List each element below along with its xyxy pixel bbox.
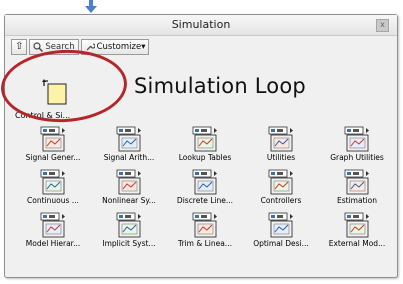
simulation-loop-title[interactable]: Simulation Loop: [134, 74, 306, 98]
palette-item[interactable]: Continuous ...: [15, 168, 91, 206]
lookup-tables-icon: [190, 126, 220, 152]
signal-arithmetic-icon: [114, 126, 144, 152]
palette-item-label: Signal Gener...: [25, 153, 81, 162]
palette-item-label: Signal Arith...: [103, 153, 155, 162]
palette-item-label: Trim & Linea...: [178, 239, 232, 248]
palette-item-label: Continuous ...: [27, 196, 79, 205]
up-arrow-icon: ⇧: [15, 41, 24, 52]
continuous-icon: [38, 169, 68, 195]
customize-label: Customize▾: [96, 42, 146, 52]
palette-title: Simulation: [171, 18, 231, 31]
palette-item[interactable]: Controllers: [243, 168, 319, 206]
palette-item[interactable]: External Mod...: [319, 211, 395, 249]
palette-item[interactable]: Lookup Tables: [167, 125, 243, 163]
palette-item-label: External Mod...: [328, 239, 386, 248]
palette-item-label: Controllers: [260, 196, 302, 205]
function-grid: Signal Gener... Signal Arith... Lookup Tab…: [15, 125, 395, 249]
pointer-arrow-icon: [85, 0, 97, 13]
close-button[interactable]: x: [376, 19, 389, 32]
palette-item[interactable]: Optimal Desi...: [243, 211, 319, 249]
palette-item[interactable]: Nonlinear Sy...: [91, 168, 167, 206]
palette-item[interactable]: Model Hierar...: [15, 211, 91, 249]
palette-item-label: Estimation: [337, 196, 377, 205]
palette-item-label: Nonlinear Sy...: [102, 196, 156, 205]
palette-item-label: Discrete Line...: [176, 196, 234, 205]
palette-item-label: Lookup Tables: [178, 153, 232, 162]
trim-linearize-icon: [190, 212, 220, 238]
palette-item-label: Utilities: [266, 153, 296, 162]
palette-item[interactable]: Estimation: [319, 168, 395, 206]
palette-item[interactable]: Discrete Line...: [167, 168, 243, 206]
external-model-icon: [342, 212, 372, 238]
controllers-icon: [266, 169, 296, 195]
model-hierarchy-icon: [38, 212, 68, 238]
signal-generator-icon: [38, 126, 68, 152]
nonlinear-systems-icon: [114, 169, 144, 195]
palette-item[interactable]: Signal Arith...: [91, 125, 167, 163]
implicit-systems-icon: [114, 212, 144, 238]
optimal-design-icon: [266, 212, 296, 238]
palette-titlebar[interactable]: Simulation x: [5, 15, 397, 36]
palette-item[interactable]: Trim & Linea...: [167, 211, 243, 249]
palette-item[interactable]: Utilities: [243, 125, 319, 163]
up-button[interactable]: ⇧: [11, 39, 28, 55]
estimation-icon: [342, 169, 372, 195]
palette-item[interactable]: Signal Gener...: [15, 125, 91, 163]
palette-item-label: Model Hierar...: [25, 239, 81, 248]
graph-utilities-icon: [342, 126, 372, 152]
discrete-linear-icon: [190, 169, 220, 195]
palette-item[interactable]: Implicit Syst...: [91, 211, 167, 249]
palette-item[interactable]: Graph Utilities: [319, 125, 395, 163]
palette-item-label: Optimal Desi...: [253, 239, 309, 248]
utilities-icon: [266, 126, 296, 152]
palette-item-label: Implicit Syst...: [102, 239, 156, 248]
palette-item-label: Graph Utilities: [330, 153, 384, 162]
search-icon: [33, 42, 44, 52]
